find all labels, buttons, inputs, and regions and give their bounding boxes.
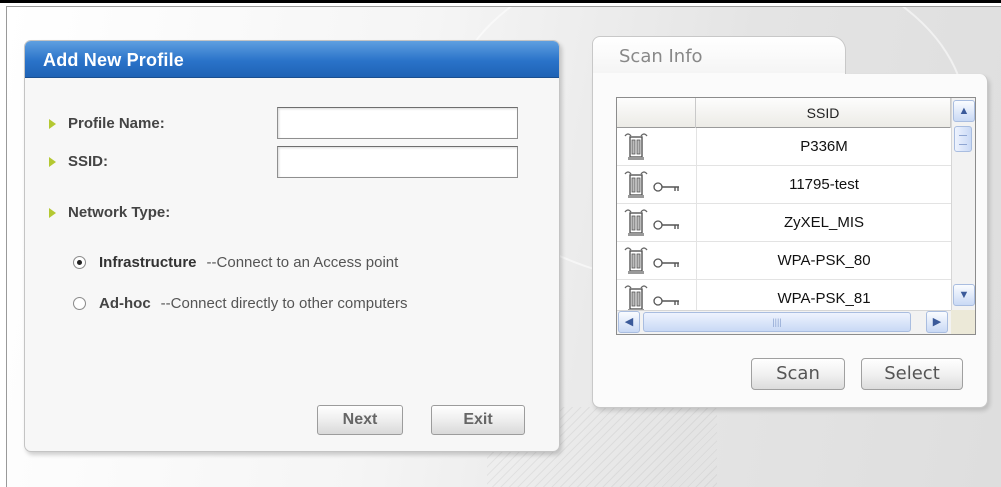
ssid-cell: 11795-test — [696, 166, 951, 204]
vertical-scrollbar[interactable]: ▲ ▼ — [951, 98, 975, 310]
horizontal-scroll-thumb[interactable]: |||| — [643, 312, 911, 332]
profile-name-label: Profile Name: — [68, 115, 165, 132]
icon-column-header[interactable] — [617, 98, 696, 128]
wireless-station-icon — [623, 245, 649, 280]
row-icons — [619, 244, 695, 280]
table-row[interactable]: P336M — [617, 128, 951, 166]
table-row[interactable]: 11795-test — [617, 166, 951, 204]
exit-button[interactable]: Exit — [431, 405, 525, 435]
tab-join — [593, 73, 845, 77]
ssid-row: SSID: — [49, 153, 108, 170]
top-border — [0, 0, 1001, 3]
row-icons — [619, 168, 695, 204]
panel-title: Add New Profile — [25, 41, 559, 78]
bullet-arrow-icon — [49, 157, 56, 168]
horizontal-scrollbar[interactable]: ◀ |||| ▶ — [617, 310, 951, 334]
wireless-station-icon — [623, 169, 649, 204]
adhoc-label: Ad-hoc — [99, 295, 151, 312]
scan-info-tab[interactable]: Scan Info — [592, 36, 846, 76]
scroll-down-icon[interactable]: ▼ — [953, 284, 975, 306]
ssid-cell: WPA-PSK_80 — [696, 242, 951, 280]
ssid-cell: P336M — [696, 128, 951, 166]
ssid-input[interactable] — [277, 146, 518, 178]
key-icon — [653, 256, 681, 274]
scroll-right-icon[interactable]: ▶ — [926, 311, 948, 333]
profile-name-input[interactable] — [277, 107, 518, 139]
scrollbar-corner — [951, 310, 975, 334]
table-row[interactable]: WPA-PSK_80 — [617, 242, 951, 280]
network-type-row: Network Type: — [49, 204, 170, 221]
list-header: SSID — [617, 98, 951, 128]
network-type-label: Network Type: — [68, 204, 171, 221]
profile-name-row: Profile Name: — [49, 115, 165, 132]
next-button[interactable]: Next — [317, 405, 403, 435]
infrastructure-label: Infrastructure — [99, 254, 197, 271]
add-profile-panel: Add New Profile Profile Name: SSID: Netw… — [24, 40, 560, 452]
ssid-column-header[interactable]: SSID — [696, 98, 951, 128]
scroll-left-icon[interactable]: ◀ — [618, 311, 640, 333]
row-icons — [619, 206, 695, 242]
bullet-arrow-icon — [49, 208, 56, 219]
scroll-up-icon[interactable]: ▲ — [953, 100, 975, 122]
select-button[interactable]: Select — [861, 358, 963, 390]
network-list[interactable]: SSID P336M 11795-test ZyXEL_MIS WPA-PSK_80 W… — [616, 97, 976, 335]
infrastructure-option[interactable]: Infrastructure --Connect to an Access po… — [73, 254, 398, 271]
infrastructure-radio[interactable] — [73, 256, 86, 269]
ssid-cell: ZyXEL_MIS — [696, 204, 951, 242]
row-icons — [619, 130, 695, 166]
adhoc-radio[interactable] — [73, 297, 86, 310]
key-icon — [653, 218, 681, 236]
adhoc-option[interactable]: Ad-hoc --Connect directly to other compu… — [73, 295, 407, 312]
wireless-station-icon — [623, 207, 649, 242]
table-row[interactable]: ZyXEL_MIS — [617, 204, 951, 242]
ssid-label: SSID: — [68, 153, 109, 170]
scan-button[interactable]: Scan — [751, 358, 845, 390]
wireless-station-icon — [623, 131, 649, 166]
vertical-scroll-thumb[interactable] — [954, 126, 972, 152]
key-icon — [653, 180, 681, 198]
bullet-arrow-icon — [49, 119, 56, 130]
infrastructure-description: --Connect to an Access point — [206, 254, 399, 271]
adhoc-description: --Connect directly to other computers — [160, 295, 408, 312]
